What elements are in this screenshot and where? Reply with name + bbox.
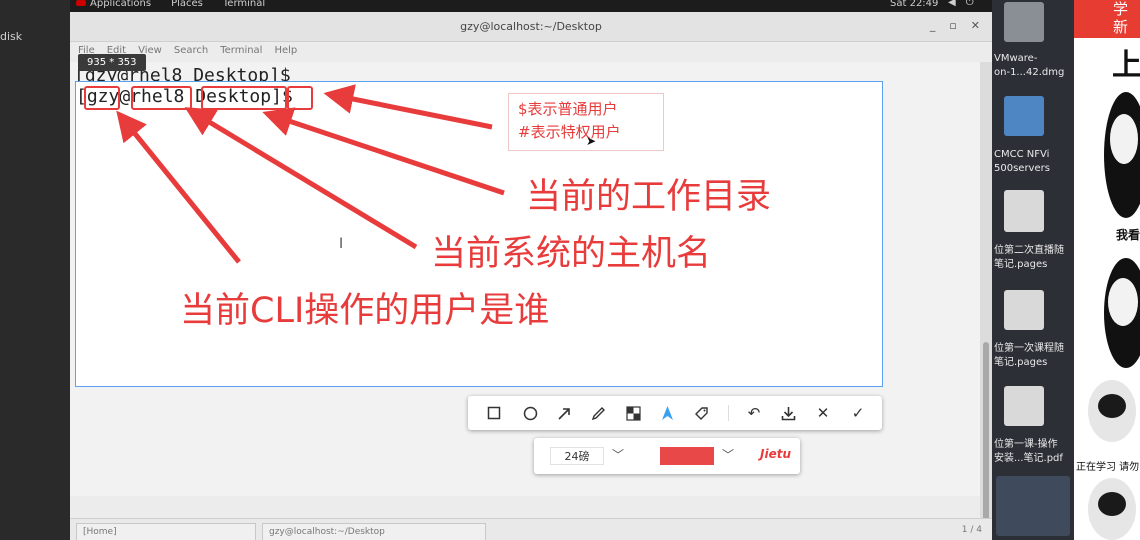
minimize-icon[interactable]: _: [930, 19, 936, 32]
menu-terminal[interactable]: Terminal: [220, 45, 262, 62]
toolbar-divider: [728, 405, 729, 421]
sticker-big-char: 上: [1112, 48, 1140, 83]
sticker-panel: 学新 上 我看 正在学习 请勿: [1074, 0, 1140, 540]
desktop-left-strip: disk: [0, 0, 70, 540]
maximize-icon[interactable]: ▫: [949, 19, 956, 32]
snip-selection[interactable]: [gzy@rhel8 Desktop]$ $表示普通用户 #表示特权用户 ➤ I…: [75, 81, 883, 387]
rectangle-tool-icon[interactable]: [484, 403, 504, 423]
terminal-menu[interactable]: Terminal: [223, 0, 265, 9]
terminal-scrollbar[interactable]: [980, 62, 992, 532]
clock[interactable]: Sat 22:49: [890, 0, 938, 9]
workspace-indicator[interactable]: 1 / 4: [962, 525, 982, 535]
volume-icon[interactable]: ◀: [948, 0, 956, 8]
power-icon[interactable]: ⏻: [966, 0, 974, 8]
applications-menu[interactable]: Applications: [76, 0, 151, 9]
pen-tool-icon[interactable]: [588, 403, 608, 423]
arrow-to-directory: [262, 107, 505, 196]
dmg-file-icon[interactable]: [1004, 2, 1044, 42]
undo-icon[interactable]: ↶: [744, 403, 764, 423]
arrow-to-hostname: [184, 107, 418, 250]
snip-toolbar: ↶ ✕ ✓: [468, 396, 882, 430]
redhat-icon: [76, 0, 86, 6]
desktop-item-label: CMCC NFVi 500servers: [994, 149, 1050, 174]
color-swatch[interactable]: [660, 447, 714, 465]
panda-meme-sticker: [1088, 380, 1136, 442]
bookshelf-image: [996, 476, 1070, 536]
document-icon[interactable]: [1004, 290, 1044, 330]
selection-size-label: 935 * 353: [78, 54, 146, 71]
window-titlebar: gzy@localhost:~/Desktop _ ▫ ✕: [70, 12, 992, 42]
tag-tool-icon[interactable]: [691, 403, 711, 423]
document-icon[interactable]: [1004, 190, 1044, 232]
chevron-down-icon[interactable]: ﹀: [612, 446, 624, 463]
pdf-icon[interactable]: [1004, 386, 1044, 426]
desktop-right-column: VMware-on-1...42.dmg CMCC NFVi 500servers…: [992, 0, 1074, 540]
window-title: gzy@localhost:~/Desktop: [460, 20, 602, 33]
text-tool-icon[interactable]: [657, 403, 677, 423]
annotation-arrows: [116, 84, 505, 264]
arrow-tool-icon[interactable]: [554, 403, 574, 423]
folder-icon[interactable]: [1004, 96, 1044, 136]
jietu-logo: Jietu: [760, 447, 791, 461]
disk-label: disk: [0, 30, 23, 43]
gnome-top-bar: Applications Places Terminal Sat 22:49 ◀…: [70, 0, 992, 12]
mosaic-tool-icon[interactable]: [623, 403, 643, 423]
download-icon[interactable]: [778, 403, 798, 423]
close-icon[interactable]: ✕: [971, 19, 980, 32]
menu-help[interactable]: Help: [274, 45, 297, 62]
window-taskbar: [Home] gzy@localhost:~/Desktop 1 / 4: [70, 518, 992, 540]
arrow-to-symbol-note: [323, 84, 493, 130]
confirm-icon[interactable]: ✓: [848, 403, 868, 423]
cancel-icon[interactable]: ✕: [813, 403, 833, 423]
sticker-caption: 我看: [1116, 228, 1140, 242]
panda-meme-sticker: [1104, 258, 1140, 368]
panda-meme-sticker: [1088, 478, 1136, 540]
font-size-select[interactable]: 24磅: [550, 447, 604, 465]
desktop-item-label: 位第一课-操作 安装...笔记.pdf: [994, 439, 1063, 464]
terminal-menubar: File Edit View Search Terminal Help: [70, 42, 992, 62]
desktop-item-label: 位第一次课程随 笔记.pages: [994, 343, 1064, 368]
sticker-caption: 正在学习 请勿: [1076, 462, 1140, 473]
ellipse-tool-icon[interactable]: [520, 403, 540, 423]
desktop-item-label: VMware-on-1...42.dmg: [994, 53, 1065, 78]
snip-style-bar: 24磅 ﹀ ﹀ Jietu: [534, 438, 800, 474]
scrollbar-thumb[interactable]: [983, 342, 989, 522]
arrow-to-user: [116, 110, 241, 264]
sticker-banner: 学新: [1074, 0, 1140, 38]
panda-meme-sticker: [1104, 92, 1140, 218]
task-terminal[interactable]: gzy@localhost:~/Desktop: [262, 523, 486, 540]
menu-search[interactable]: Search: [174, 45, 208, 62]
chevron-down-icon[interactable]: ﹀: [722, 446, 734, 463]
task-home[interactable]: [Home]: [76, 523, 256, 540]
desktop-item-label: 位第二次直播随 笔记.pages: [994, 245, 1064, 270]
places-menu[interactable]: Places: [171, 0, 203, 9]
